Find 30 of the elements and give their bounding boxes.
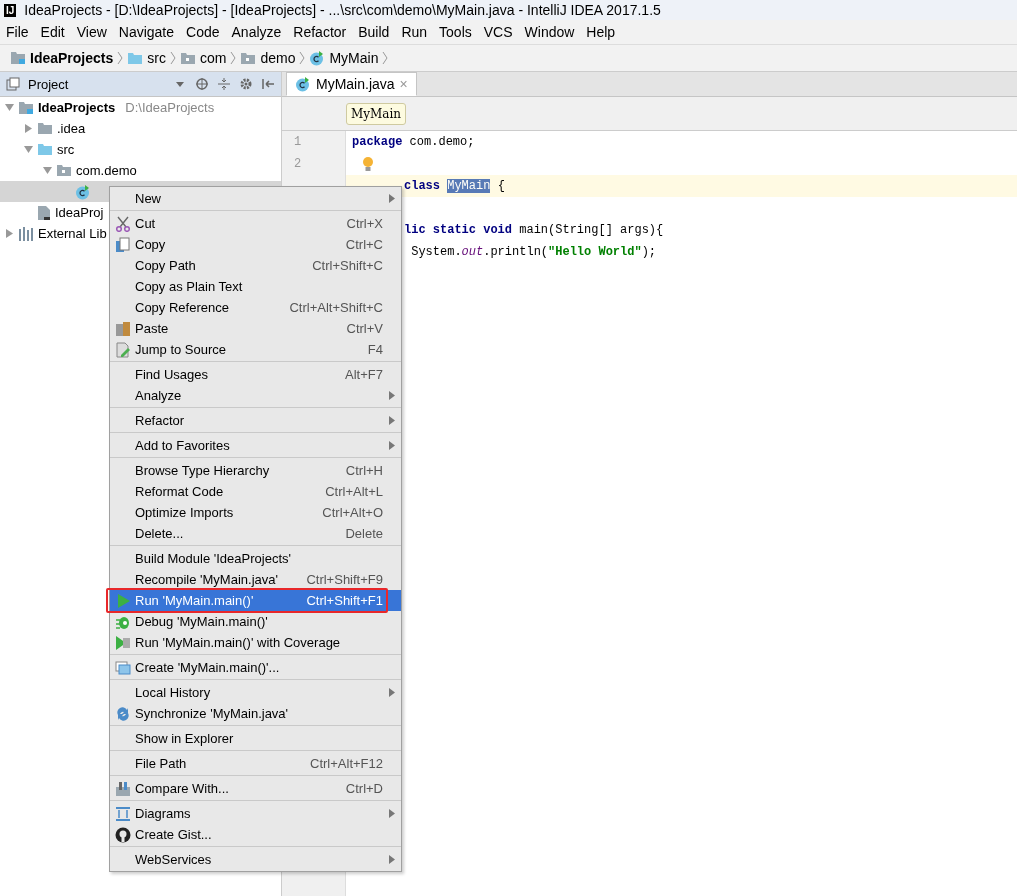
tree-label: src — [57, 142, 75, 157]
tree-label: External Lib — [38, 226, 107, 241]
shortcut-label: Ctrl+Shift+F9 — [306, 572, 383, 587]
shortcut-label: Ctrl+Alt+F12 — [310, 756, 383, 771]
line-number: 1 — [294, 135, 302, 149]
code-text: lic static void main(String[] args){ — [404, 223, 664, 237]
tree-label: IdeaProjects — [38, 100, 116, 115]
shortcut-label: Delete — [345, 526, 383, 541]
line-number: 2 — [294, 157, 302, 171]
tree-label: IdeaProj — [55, 205, 104, 220]
app-logo: IJ — [4, 3, 17, 17]
shortcut-label: Alt+F7 — [345, 367, 383, 382]
shortcut-label: Ctrl+Alt+L — [325, 484, 383, 499]
code-text: package com.demo; — [352, 135, 475, 149]
code-text: System.out.println("Hello World"); — [410, 245, 657, 259]
tree-label: com.demo — [76, 163, 137, 178]
shortcut-label: Ctrl+Shift+C — [312, 258, 383, 273]
shortcut-label: Ctrl+C — [345, 237, 383, 252]
shortcut-label: Ctrl+D — [345, 781, 383, 796]
shortcut-label: Ctrl+Shift+F1 — [306, 593, 383, 608]
shortcut-label: Ctrl+H — [345, 463, 383, 478]
path-hint: D:\IdeaProjects — [125, 100, 215, 115]
code-text: class MyMain { — [404, 179, 505, 193]
shortcut-label: Ctrl+Alt+Shift+C — [289, 300, 383, 315]
tree-label: .idea — [57, 121, 86, 136]
window-title: IdeaProjects - [D:\IdeaProjects] - [IdeaProjects] - ...\src\com\demo\MyMain.java - IntelliJ IDEA 2017.1.5 — [24, 2, 661, 18]
shortcut-label: Ctrl+X — [346, 216, 383, 231]
shortcut-label: Ctrl+Alt+O — [322, 505, 383, 520]
shortcut-label: F4 — [367, 342, 383, 357]
shortcut-label: Ctrl+V — [346, 321, 383, 336]
